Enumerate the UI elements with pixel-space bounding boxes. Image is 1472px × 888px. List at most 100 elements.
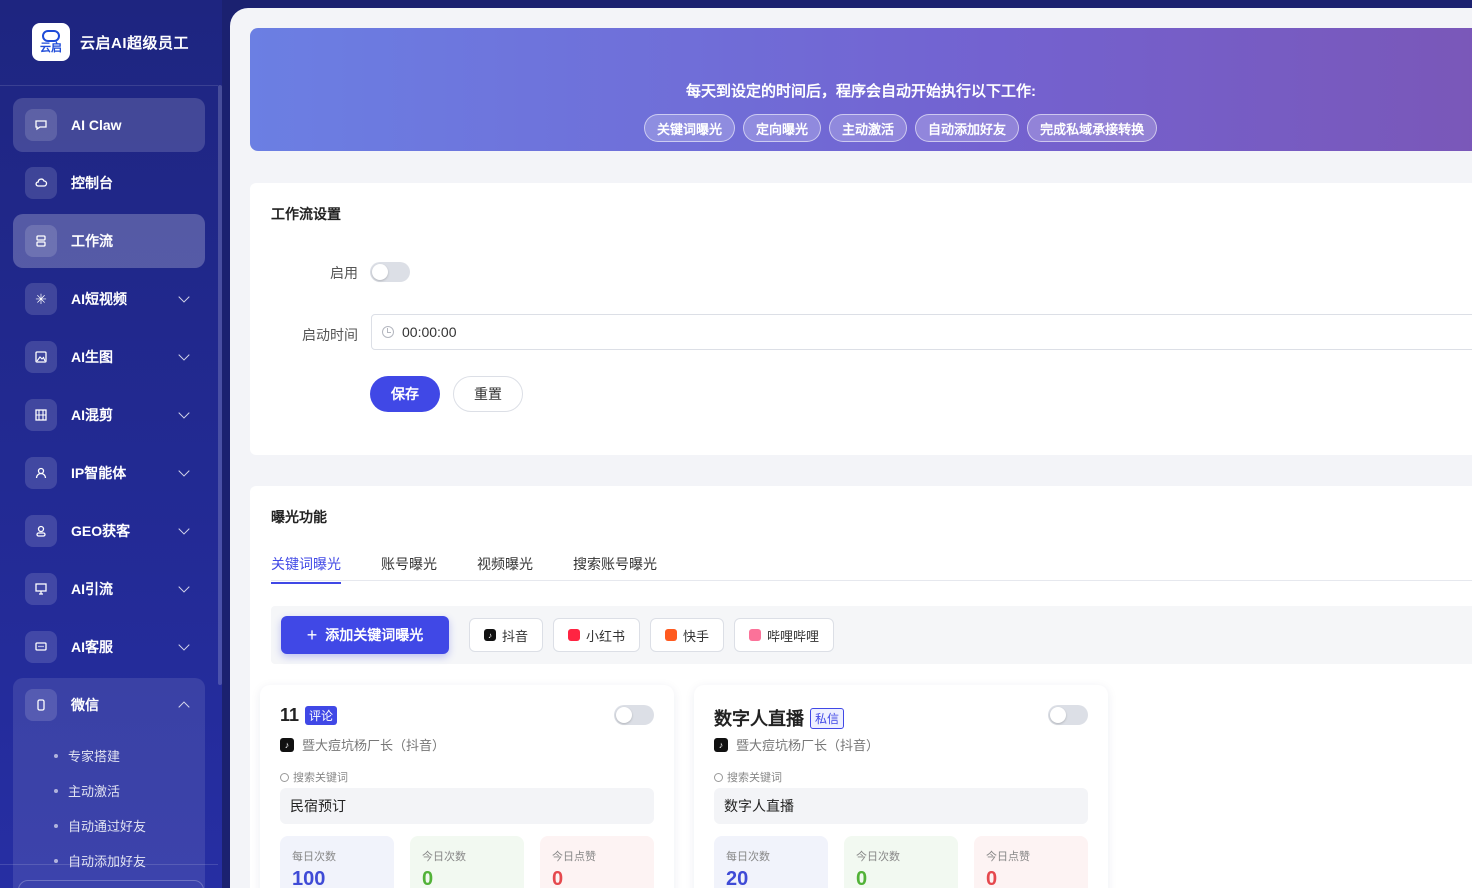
stat-daily-count: 每日次数 20 xyxy=(714,836,828,888)
card-title: 数字人直播 私信 xyxy=(714,705,845,731)
chevron-down-icon xyxy=(178,407,190,419)
sidebar-item-ai-mix[interactable]: AI混剪 xyxy=(13,388,205,442)
brand-logo: 云启 xyxy=(32,23,70,61)
search-keyword-label: 搜索关键词 xyxy=(714,769,782,785)
bullet-icon xyxy=(54,788,58,793)
phone-icon xyxy=(25,689,57,721)
sidebar-item-wechat[interactable]: 微信 xyxy=(13,678,205,732)
start-time-value: 00:00:00 xyxy=(402,324,457,340)
banner-tags: 关键词曝光 定向曝光 主动激活 自动添加好友 完成私域承接转换 xyxy=(644,114,1158,142)
sidebar-item-label: GEO获客 xyxy=(71,523,131,539)
stat-today-likes: 今日点赞 0 xyxy=(540,836,654,888)
sidebar-item-ai-claw[interactable]: AI Claw xyxy=(13,98,205,152)
sidebar-item-label: 工作流 xyxy=(71,233,113,249)
brand[interactable]: 云启 云启AI超级员工 xyxy=(32,23,189,61)
sidebar-subitem-activate[interactable]: 主动激活 xyxy=(54,781,120,800)
douyin-icon: ♪ xyxy=(280,737,294,752)
search-icon xyxy=(714,772,723,782)
sidebar-item-label: AI客服 xyxy=(71,639,113,655)
sidebar-item-ai-service[interactable]: AI客服 xyxy=(13,620,205,674)
chevron-down-icon xyxy=(178,523,190,535)
image-icon xyxy=(25,341,57,373)
chevron-down-icon xyxy=(178,291,190,303)
stat-daily-count: 每日次数 100 xyxy=(280,836,394,888)
search-keyword-label: 搜索关键词 xyxy=(280,769,348,785)
sidebar-footer-button[interactable] xyxy=(18,880,204,888)
save-button[interactable]: 保存 xyxy=(370,376,440,412)
banner-tag: 完成私域承接转换 xyxy=(1027,114,1158,142)
cloud-icon xyxy=(25,167,57,199)
sidebar-item-ai-traffic[interactable]: AI引流 xyxy=(13,562,205,616)
main-content: 每天到设定的时间后，程序会自动开始执行以下工作: 关键词曝光 定向曝光 主动激活… xyxy=(230,8,1472,888)
sidebar-item-ip-agent[interactable]: IP智能体 xyxy=(13,446,205,500)
type-badge: 私信 xyxy=(810,707,845,729)
keyword-exposure-card[interactable]: 11 评论 ♪ 暨大痘坑杨厂长（抖音） 搜索关键词 民宿预订 每日次数 100 今… xyxy=(260,685,674,888)
xiaohongshu-icon xyxy=(568,629,580,641)
platform-bilibili-button[interactable]: 哔哩哔哩 xyxy=(734,618,835,652)
card-enable-switch[interactable] xyxy=(1048,705,1088,725)
clock-icon xyxy=(382,326,394,338)
chat-bubble-icon xyxy=(25,109,57,141)
sidebar-item-ai-image[interactable]: AI生图 xyxy=(13,330,205,384)
stat-today-count: 今日次数 0 xyxy=(410,836,524,888)
chevron-down-icon xyxy=(178,465,190,477)
bilibili-icon xyxy=(749,629,761,641)
sidebar-item-ai-video[interactable]: ✳ AI短视频 xyxy=(13,272,205,326)
bullet-icon xyxy=(54,858,58,863)
sidebar-item-label: AI生图 xyxy=(71,349,113,365)
sidebar-item-label: AI引流 xyxy=(71,581,113,597)
reset-button[interactable]: 重置 xyxy=(453,376,523,412)
keyword-value: 民宿预订 xyxy=(280,788,654,824)
keyword-value: 数字人直播 xyxy=(714,788,1088,824)
plus-icon: + xyxy=(306,624,318,645)
sidebar-item-console[interactable]: 控制台 xyxy=(13,156,205,210)
sidebar-scrollbar[interactable] xyxy=(218,85,222,685)
sidebar-item-label: 微信 xyxy=(71,697,99,713)
kuaishou-icon xyxy=(665,629,677,641)
sidebar-subitem-auto-accept[interactable]: 自动通过好友 xyxy=(54,816,146,835)
card-account: ♪ 暨大痘坑杨厂长（抖音） xyxy=(714,735,879,754)
brand-name: 云启AI超级员工 xyxy=(80,34,190,52)
sidebar-item-label: AI混剪 xyxy=(71,407,113,423)
enable-switch[interactable] xyxy=(370,262,410,282)
sidebar-footer-divider xyxy=(0,864,218,865)
sidebar-subitem-expert[interactable]: 专家搭建 xyxy=(54,746,120,765)
film-icon xyxy=(25,399,57,431)
platform-douyin-button[interactable]: ♪ 抖音 xyxy=(469,618,544,652)
search-icon xyxy=(280,772,289,782)
sidebar-item-label: AI短视频 xyxy=(71,291,127,307)
chevron-down-icon xyxy=(178,639,190,651)
banner-tag: 主动激活 xyxy=(829,114,908,142)
sidebar-item-workflow[interactable]: 工作流 xyxy=(13,214,205,268)
start-time-label: 启动时间 xyxy=(302,327,358,343)
sidebar-divider xyxy=(0,85,218,86)
douyin-icon: ♪ xyxy=(484,629,496,641)
user-badge-icon xyxy=(25,515,57,547)
sidebar-item-geo[interactable]: GEO获客 xyxy=(13,504,205,558)
message-icon xyxy=(25,631,57,663)
platform-kuaishou-button[interactable]: 快手 xyxy=(650,618,725,652)
enable-label: 启用 xyxy=(330,265,358,281)
keyword-exposure-card[interactable]: 数字人直播 私信 ♪ 暨大痘坑杨厂长（抖音） 搜索关键词 数字人直播 每日次数 2… xyxy=(694,685,1108,888)
douyin-icon: ♪ xyxy=(714,737,728,752)
add-keyword-exposure-button[interactable]: + 添加关键词曝光 xyxy=(281,616,449,654)
start-time-input[interactable]: 00:00:00 xyxy=(371,314,1472,350)
exposure-toolbar: + 添加关键词曝光 ♪ 抖音 小红书 快手 哔哩哔哩 xyxy=(271,606,1472,664)
stat-today-likes: 今日点赞 0 xyxy=(974,836,1088,888)
chevron-down-icon xyxy=(178,349,190,361)
tabs-divider xyxy=(271,580,1472,581)
sidebar-subitem-auto-add[interactable]: 自动添加好友 xyxy=(54,851,146,870)
section-title: 曝光功能 xyxy=(271,509,327,525)
section-title: 工作流设置 xyxy=(271,206,341,222)
bullet-icon xyxy=(54,823,58,828)
workflow-settings-card: 工作流设置 启用 启动时间 00:00:00 保存 重置 xyxy=(250,183,1472,455)
chevron-up-icon xyxy=(178,701,190,713)
card-enable-switch[interactable] xyxy=(614,705,654,725)
sparkle-icon: ✳ xyxy=(25,283,57,315)
banner-title: 每天到设定的时间后，程序会自动开始执行以下工作: xyxy=(686,83,1036,100)
platform-xiaohongshu-button[interactable]: 小红书 xyxy=(553,618,641,652)
card-account: ♪ 暨大痘坑杨厂长（抖音） xyxy=(280,735,445,754)
workflow-icon xyxy=(25,225,57,257)
chevron-down-icon xyxy=(178,581,190,593)
banner-tag: 定向曝光 xyxy=(743,114,822,142)
